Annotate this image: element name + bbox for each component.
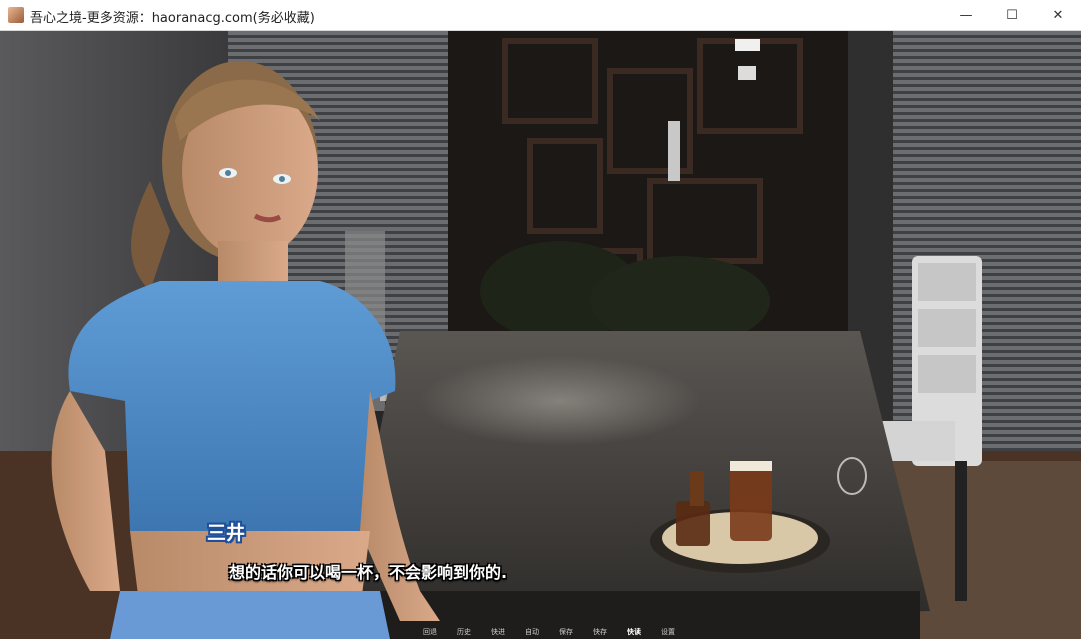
quick-menu-quickload[interactable]: 快读 (617, 626, 651, 638)
scene-background (0, 31, 1081, 639)
game-scene[interactable]: 三井 想的话你可以喝一杯，不会影响到你的. (0, 31, 1081, 639)
dialogue-speaker: 三井 (207, 522, 246, 544)
quick-menu-rollback[interactable]: 回退 (413, 626, 447, 638)
app-icon (8, 7, 24, 23)
quick-menu-auto[interactable]: 自动 (515, 626, 549, 638)
quick-menu-skip[interactable]: 快进 (481, 626, 515, 638)
quick-menu-settings[interactable]: 设置 (651, 626, 685, 638)
quick-menu-history[interactable]: 历史 (447, 626, 481, 638)
dialogue-text[interactable]: 想的话你可以喝一杯，不会影响到你的. (229, 559, 507, 583)
quick-menu: 回退 历史 快进 自动 保存 快存 快读 设置 (413, 626, 685, 638)
window-title: 吾心之境-更多资源：haoranacg.com(务必收藏) (30, 11, 315, 26)
close-button[interactable]: ✕ (1035, 0, 1081, 31)
minimize-button[interactable]: — (943, 0, 989, 31)
maximize-button[interactable]: ☐ (989, 0, 1035, 31)
window-titlebar: 吾心之境-更多资源：haoranacg.com(务必收藏) — ☐ ✕ (0, 0, 1081, 31)
quick-menu-save[interactable]: 保存 (549, 626, 583, 638)
quick-menu-quicksave[interactable]: 快存 (583, 626, 617, 638)
